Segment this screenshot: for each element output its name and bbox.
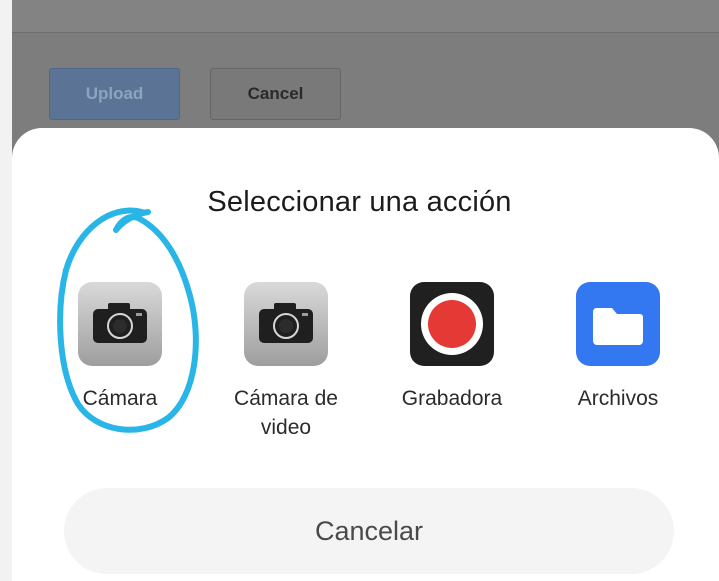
page-cancel-button: Cancel [210, 68, 341, 120]
camera-icon [78, 282, 162, 366]
page-left-edge [0, 0, 12, 581]
action-label: Cámara [82, 387, 158, 410]
folder-icon [576, 282, 660, 366]
action-camera[interactable]: Cámara [50, 282, 190, 413]
action-recorder[interactable]: Grabadora [382, 282, 522, 413]
action-label: Cámara de video [234, 387, 338, 439]
action-sheet-title: Seleccionar una acción [207, 186, 512, 218]
record-icon [410, 282, 494, 366]
action-files[interactable]: Archivos [548, 282, 688, 413]
camera-icon [244, 282, 328, 366]
cancel-button[interactable]: Cancelar [64, 488, 674, 574]
action-video-camera[interactable]: Cámara de video [216, 282, 356, 442]
page-header-strip [0, 0, 719, 33]
action-label: Grabadora [401, 387, 503, 410]
action-label: Archivos [577, 387, 659, 410]
upload-button: Upload [49, 68, 180, 120]
